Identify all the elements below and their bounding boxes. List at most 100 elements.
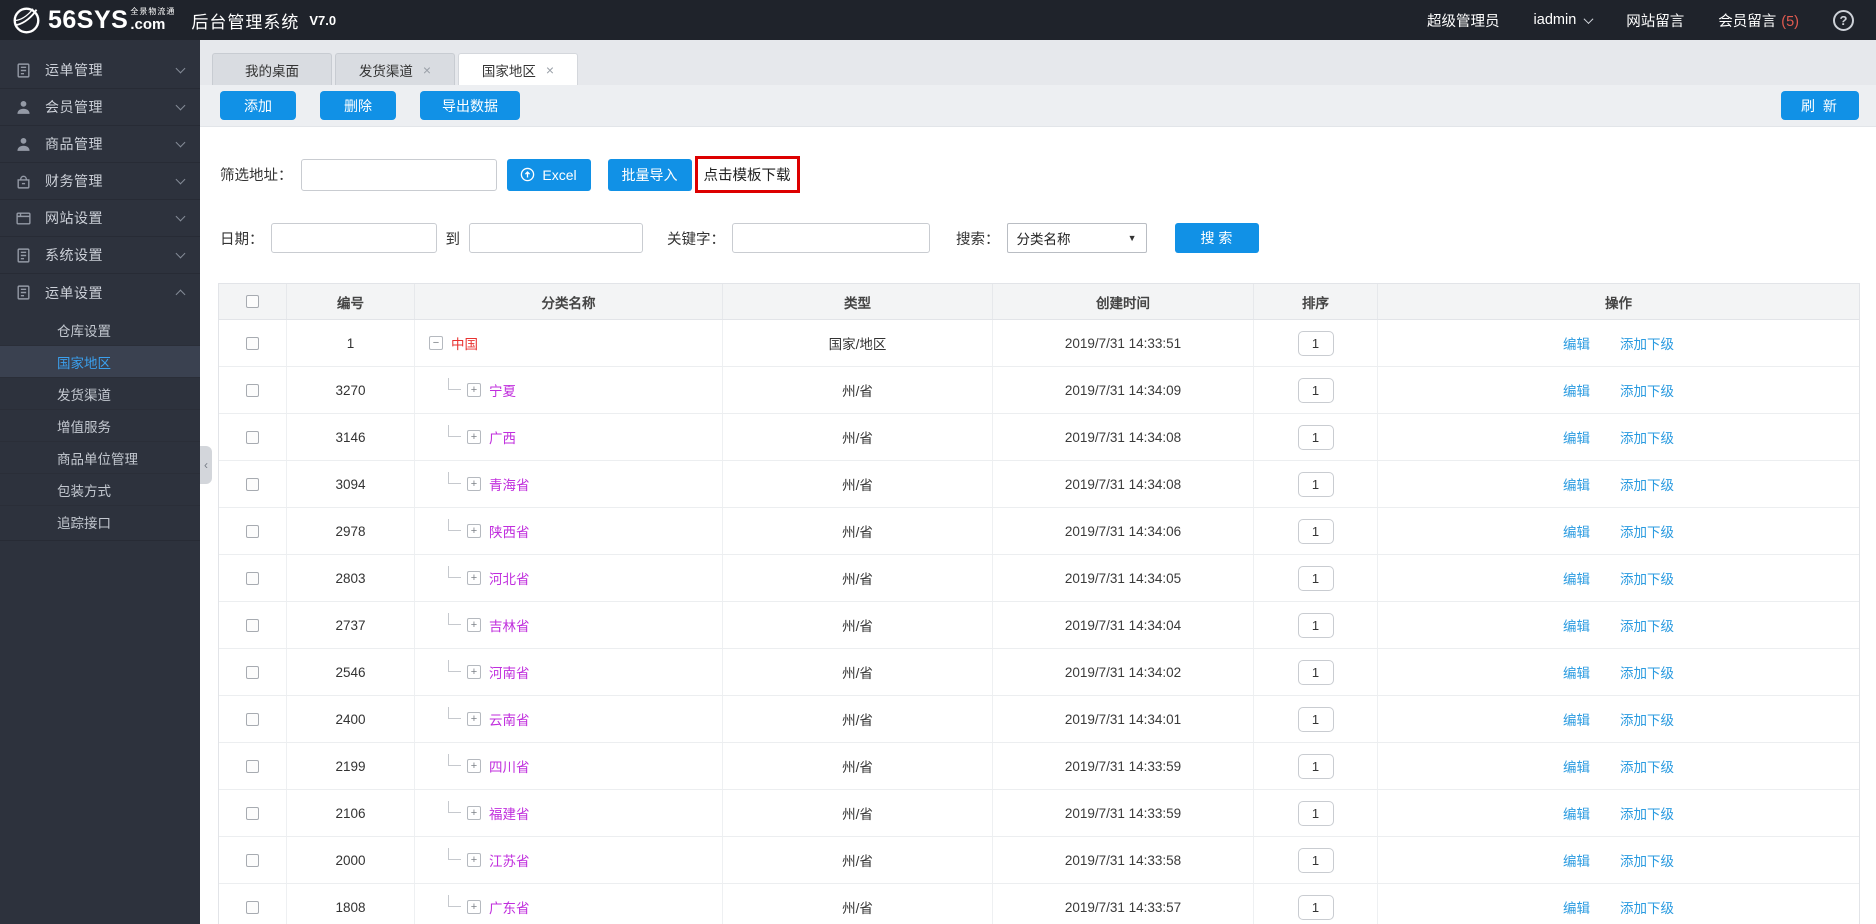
sidebar-subitem-warehouse[interactable]: 仓库设置 <box>0 314 200 346</box>
row-category-name[interactable]: 云南省 <box>489 709 530 729</box>
add-child-link[interactable]: 添加下级 <box>1620 380 1674 400</box>
row-sort-order-input[interactable]: 1 <box>1297 800 1334 826</box>
row-sort-order-input[interactable]: 1 <box>1297 894 1334 920</box>
row-category-name[interactable]: 吉林省 <box>489 615 530 635</box>
add-child-link[interactable]: 添加下级 <box>1620 615 1674 635</box>
row-category-name[interactable]: 青海省 <box>489 474 530 494</box>
add-child-link[interactable]: 添加下级 <box>1620 427 1674 447</box>
add-child-link[interactable]: 添加下级 <box>1620 897 1674 917</box>
expand-node-icon[interactable]: + <box>467 806 481 820</box>
row-category-name[interactable]: 福建省 <box>489 803 530 823</box>
row-sort-order-input[interactable]: 1 <box>1297 565 1334 591</box>
expand-node-icon[interactable]: + <box>467 383 481 397</box>
add-child-link[interactable]: 添加下级 <box>1620 803 1674 823</box>
row-sort-order-input[interactable]: 1 <box>1297 471 1334 497</box>
edit-link[interactable]: 编辑 <box>1563 333 1590 353</box>
search-button[interactable]: 搜 索 <box>1174 223 1259 253</box>
expand-node-icon[interactable]: + <box>467 900 481 914</box>
close-icon[interactable]: × <box>546 63 554 77</box>
row-category-name[interactable]: 广西 <box>489 427 516 447</box>
row-category-name[interactable]: 陕西省 <box>489 521 530 541</box>
sidebar-item-system-settings[interactable]: 系统设置 <box>0 237 200 274</box>
member-messages-link[interactable]: 会员留言 (5) <box>1718 10 1799 31</box>
edit-link[interactable]: 编辑 <box>1563 756 1590 776</box>
row-checkbox[interactable] <box>246 665 259 679</box>
add-child-link[interactable]: 添加下级 <box>1620 709 1674 729</box>
expand-node-icon[interactable]: + <box>467 430 481 444</box>
edit-link[interactable]: 编辑 <box>1563 709 1590 729</box>
select-all-checkbox[interactable] <box>246 295 259 308</box>
edit-link[interactable]: 编辑 <box>1563 568 1590 588</box>
refresh-button[interactable]: 刷 新 <box>1781 91 1859 120</box>
add-child-link[interactable]: 添加下级 <box>1620 756 1674 776</box>
sidebar-subitem-country-region[interactable]: 国家地区 <box>0 346 200 378</box>
template-download-link[interactable]: 点击模板下载 <box>694 156 800 193</box>
sidebar-item-waybill-settings[interactable]: 运单设置 <box>0 274 200 311</box>
row-category-name[interactable]: 河南省 <box>489 662 530 682</box>
collapse-node-icon[interactable]: − <box>429 336 443 350</box>
close-icon[interactable]: × <box>423 63 431 77</box>
edit-link[interactable]: 编辑 <box>1563 897 1590 917</box>
row-sort-order-input[interactable]: 1 <box>1297 330 1334 356</box>
add-child-link[interactable]: 添加下级 <box>1620 850 1674 870</box>
sidebar-subitem-value-added[interactable]: 增值服务 <box>0 410 200 442</box>
row-checkbox[interactable] <box>246 618 259 632</box>
date-to-input[interactable] <box>469 223 643 253</box>
date-from-input[interactable] <box>270 223 437 253</box>
edit-link[interactable]: 编辑 <box>1563 803 1590 823</box>
add-button[interactable]: 添加 <box>220 91 296 120</box>
expand-node-icon[interactable]: + <box>467 571 481 585</box>
row-checkbox[interactable] <box>246 806 259 820</box>
row-checkbox[interactable] <box>246 900 259 914</box>
edit-link[interactable]: 编辑 <box>1563 380 1590 400</box>
row-sort-order-input[interactable]: 1 <box>1297 424 1334 450</box>
row-checkbox[interactable] <box>246 430 259 444</box>
expand-node-icon[interactable]: + <box>467 524 481 538</box>
row-checkbox[interactable] <box>246 477 259 491</box>
tab-shipping-channel[interactable]: 发货渠道 × <box>335 53 455 85</box>
expand-node-icon[interactable]: + <box>467 665 481 679</box>
delete-button[interactable]: 删除 <box>320 91 396 120</box>
sidebar-subitem-packaging[interactable]: 包装方式 <box>0 474 200 506</box>
sidebar-collapse-handle[interactable]: ‹ <box>200 446 212 484</box>
sidebar-subitem-product-unit[interactable]: 商品单位管理 <box>0 442 200 474</box>
excel-export-button[interactable]: Excel <box>506 158 591 191</box>
row-sort-order-input[interactable]: 1 <box>1297 518 1334 544</box>
edit-link[interactable]: 编辑 <box>1563 850 1590 870</box>
address-filter-input[interactable] <box>300 158 497 191</box>
sidebar-subitem-shipping-channel[interactable]: 发货渠道 <box>0 378 200 410</box>
row-sort-order-input[interactable]: 1 <box>1297 706 1334 732</box>
expand-node-icon[interactable]: + <box>467 477 481 491</box>
row-category-name[interactable]: 四川省 <box>489 756 530 776</box>
edit-link[interactable]: 编辑 <box>1563 662 1590 682</box>
add-child-link[interactable]: 添加下级 <box>1620 662 1674 682</box>
add-child-link[interactable]: 添加下级 <box>1620 474 1674 494</box>
add-child-link[interactable]: 添加下级 <box>1620 568 1674 588</box>
keyword-input[interactable] <box>732 223 930 253</box>
site-messages-link[interactable]: 网站留言 <box>1626 10 1684 31</box>
edit-link[interactable]: 编辑 <box>1563 474 1590 494</box>
row-checkbox[interactable] <box>246 336 259 350</box>
expand-node-icon[interactable]: + <box>467 712 481 726</box>
edit-link[interactable]: 编辑 <box>1563 521 1590 541</box>
sidebar-item-member-mgmt[interactable]: 会员管理 <box>0 89 200 126</box>
expand-node-icon[interactable]: + <box>467 853 481 867</box>
row-sort-order-input[interactable]: 1 <box>1297 612 1334 638</box>
add-child-link[interactable]: 添加下级 <box>1620 521 1674 541</box>
row-sort-order-input[interactable]: 1 <box>1297 847 1334 873</box>
add-child-link[interactable]: 添加下级 <box>1620 333 1674 353</box>
expand-node-icon[interactable]: + <box>467 618 481 632</box>
search-type-select[interactable]: 分类名称 ▼ <box>1006 223 1147 253</box>
row-sort-order-input[interactable]: 1 <box>1297 659 1334 685</box>
sidebar-item-waybill-mgmt[interactable]: 运单管理 <box>0 52 200 89</box>
export-data-button[interactable]: 导出数据 <box>420 91 520 120</box>
row-category-name[interactable]: 河北省 <box>489 568 530 588</box>
tab-my-desktop[interactable]: 我的桌面 <box>212 53 332 85</box>
batch-import-button[interactable]: 批量导入 <box>607 158 692 191</box>
row-category-name[interactable]: 江苏省 <box>489 850 530 870</box>
help-icon[interactable]: ? <box>1833 9 1854 31</box>
sidebar-item-product-mgmt[interactable]: 商品管理 <box>0 126 200 163</box>
sidebar-item-finance-mgmt[interactable]: 财务管理 <box>0 163 200 200</box>
edit-link[interactable]: 编辑 <box>1563 615 1590 635</box>
row-checkbox[interactable] <box>246 383 259 397</box>
